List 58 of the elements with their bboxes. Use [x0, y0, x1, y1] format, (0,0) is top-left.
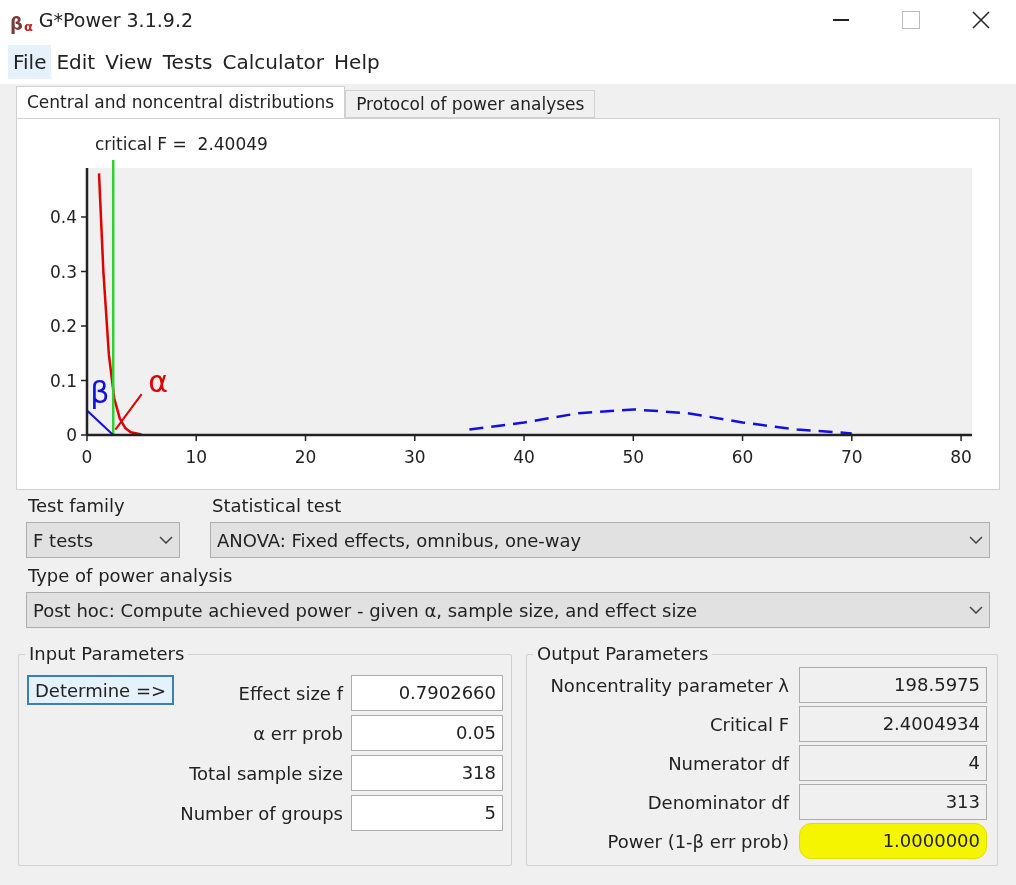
menu-item[interactable]: Help: [329, 45, 385, 79]
leader-line: [86, 409, 115, 436]
input-field[interactable]: 0.7902660: [351, 675, 503, 711]
output-field: 2.4004934: [799, 706, 987, 742]
annotation-label: α: [148, 363, 168, 399]
x-tick-label: 50: [622, 447, 645, 467]
menu-item[interactable]: Calculator: [217, 45, 330, 79]
field-label: Statistical test: [212, 494, 342, 518]
input-field[interactable]: 318: [351, 755, 503, 791]
x-tick-label: 10: [185, 447, 208, 467]
menu-item[interactable]: File: [8, 45, 52, 79]
output-field: 313: [799, 784, 987, 820]
y-tick-label: 0.1: [49, 370, 77, 391]
app-icon: βα: [10, 7, 33, 33]
parameter-label: Critical F: [709, 712, 789, 737]
x-tick-label: 40: [513, 447, 535, 467]
parameter-label: Effect size f: [238, 681, 343, 706]
y-tick-label: 0: [66, 425, 77, 445]
x-tick-label: 20: [294, 447, 317, 467]
menu-item[interactable]: Tests: [157, 45, 218, 79]
x-tick-label: 30: [403, 447, 426, 467]
field-label: Type of power analysis: [28, 564, 233, 588]
menu-item[interactable]: View: [100, 45, 158, 79]
tab[interactable]: Protocol of power analyses: [345, 90, 596, 118]
output-field: 4: [799, 745, 987, 781]
parameter-label: Total sample size: [189, 761, 343, 786]
y-tick-label: 0.4: [49, 207, 77, 227]
input-field[interactable]: 5: [351, 795, 503, 831]
field-label: Test family: [28, 494, 125, 518]
critical-f-label: critical F = 2.40049: [95, 133, 268, 154]
y-tick-label: 0.2: [49, 316, 77, 336]
power-analysis-dropdown[interactable]: Post hoc: Compute achieved power - given α, sample size, and effect size: [26, 592, 990, 628]
parameter-label: α err prob: [253, 721, 343, 746]
window-title: G*Power 3.1.9.2: [38, 7, 193, 33]
parameter-label: Noncentrality parameter λ: [550, 673, 789, 698]
caret-icon: [969, 536, 983, 544]
statistical-test-dropdown[interactable]: ANOVA: Fixed effects, omnibus, one-way: [210, 522, 990, 558]
parameter-label: Power (1-β err prob): [607, 829, 789, 854]
caret-icon: [159, 536, 173, 544]
x-tick-label: 70: [841, 447, 863, 467]
output-field: 1.0000000: [799, 823, 987, 859]
close-icon: [971, 10, 991, 30]
y-tick-label: 0.3: [49, 261, 77, 282]
menu-item[interactable]: Edit: [51, 45, 101, 79]
tab[interactable]: Central and noncentral distributions: [16, 86, 346, 118]
input-field[interactable]: 0.05: [351, 715, 503, 751]
x-tick-label: 60: [731, 447, 754, 467]
parameter-label: Numerator df: [668, 751, 789, 776]
x-tick-label: 0: [81, 447, 93, 467]
parameter-label: Number of groups: [180, 801, 343, 826]
x-tick-label: 80: [950, 447, 972, 467]
annotation-label: β: [90, 374, 110, 410]
determine-button[interactable]: Determine =>: [27, 675, 175, 705]
caret-icon: [969, 606, 983, 614]
leader-line: [114, 393, 143, 431]
parameter-label: Denominator df: [647, 790, 789, 815]
output-field: 198.5975: [799, 667, 987, 703]
test-family-dropdown[interactable]: F tests: [26, 522, 180, 558]
